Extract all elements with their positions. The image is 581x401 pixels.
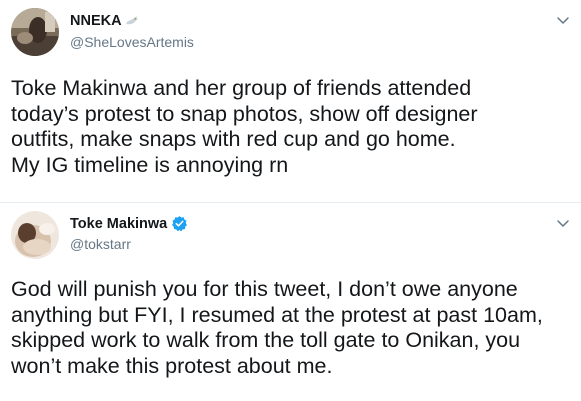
chevron-down-icon[interactable] [556,216,570,230]
display-name[interactable]: NNEKA [70,13,139,29]
display-name-text[interactable]: NNEKA [70,13,122,29]
tweet-text-line: skipped work to walk from the toll gate … [11,328,521,352]
user-handle[interactable]: @SheLovesArtemis [70,34,194,50]
tweet-text: God will punish you for this tweet, I do… [11,277,543,379]
chevron-down-icon[interactable] [556,13,570,27]
tweet-text: Toke Makinwa and her group of friends at… [11,76,478,178]
tweet-card: NNEKA @SheLovesArtemis Toke Makinwa and … [0,0,581,203]
avatar[interactable] [11,211,59,259]
avatar[interactable] [11,8,59,56]
user-handle[interactable]: @tokstarr [70,236,131,252]
display-name-text[interactable]: Toke Makinwa [70,216,167,232]
tweet-text-line: outfits, make snaps with red cup and go … [11,127,456,151]
display-name[interactable]: Toke Makinwa [70,215,188,232]
tweet-text-line: God will punish you for this tweet, I do… [11,277,518,301]
tweet-text-line: today’s protest to snap photos, show off… [11,101,478,126]
dove-emoji-icon [125,14,139,28]
tweet-card: Toke Makinwa @tokstarr God will punish y… [0,203,581,401]
tweet-text-line: Toke Makinwa and her group of friends at… [11,76,472,100]
tweet-text-line: won’t make this protest about me. [11,353,333,378]
tweet-text-line: anything but FYI, I resumed at the prote… [11,302,543,327]
tweet-text-line: My IG timeline is annoying rn [11,152,289,177]
verified-badge-icon [171,215,188,232]
